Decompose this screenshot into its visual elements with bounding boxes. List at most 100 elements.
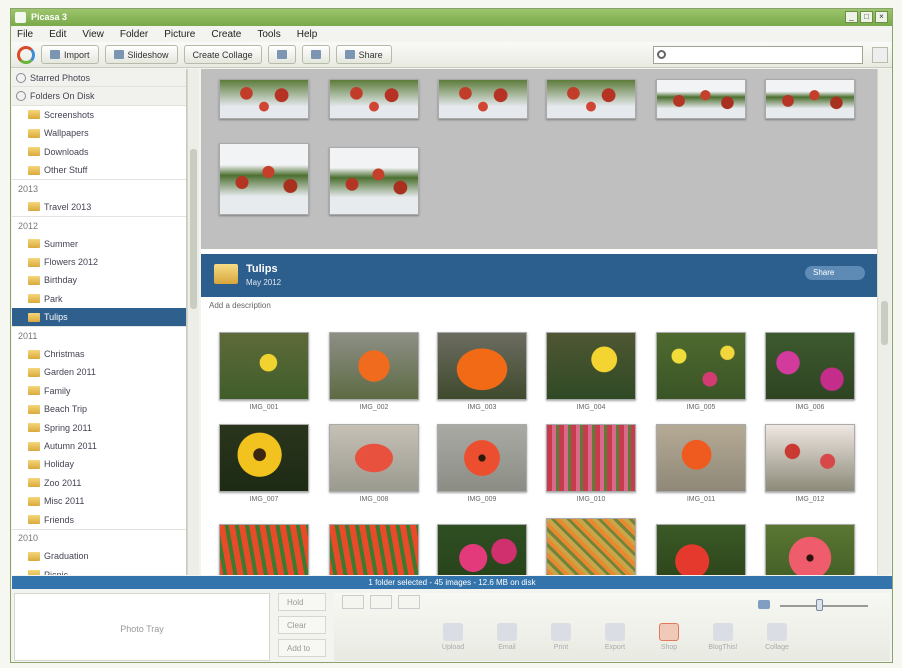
sidebar-folder-item[interactable]: Screenshots — [12, 106, 186, 124]
photo-thumbnail[interactable] — [765, 524, 855, 575]
action-label: Upload — [441, 644, 465, 651]
title-bar[interactable]: Picasa 3 _ □ × — [11, 9, 892, 26]
photo-thumbnail[interactable] — [546, 332, 636, 400]
upload-button[interactable] — [301, 45, 330, 64]
sidebar-folder-item[interactable]: Downloads — [12, 143, 186, 161]
folder-share-button[interactable]: Share — [805, 266, 865, 280]
folder-description[interactable]: Add a description — [209, 301, 271, 310]
sidebar-folder-item[interactable]: Spring 2011 — [12, 418, 186, 436]
sidebar-scrollbar[interactable] — [187, 69, 199, 575]
menu-picture[interactable]: Picture — [164, 29, 195, 40]
photo-thumbnail[interactable] — [329, 79, 419, 119]
menu-edit[interactable]: Edit — [49, 29, 66, 40]
photo-thumbnail[interactable] — [438, 79, 528, 119]
photo-thumbnail[interactable] — [219, 524, 309, 575]
slideshow-button[interactable]: Slideshow — [104, 45, 178, 64]
sidebar-folder-item[interactable]: Family — [12, 382, 186, 400]
sidebar-folder-item[interactable]: Garden 2011 — [12, 363, 186, 381]
photo-thumbnail[interactable] — [546, 79, 636, 119]
sidebar-folder-item[interactable]: Other Stuff — [12, 161, 186, 179]
menu-folder[interactable]: Folder — [120, 29, 148, 40]
photo-thumbnail[interactable] — [546, 518, 636, 575]
thumbnail-zoom-slider[interactable] — [758, 599, 868, 611]
photo-thumbnail[interactable] — [329, 424, 419, 492]
photo-thumbnail[interactable] — [219, 332, 309, 400]
menu-help[interactable]: Help — [297, 29, 318, 40]
action-print-button[interactable]: Print — [538, 621, 584, 659]
menu-view[interactable]: View — [82, 29, 104, 40]
sidebar-folder-item[interactable]: Flowers 2012 — [12, 253, 186, 271]
photo-thumbnail[interactable] — [656, 79, 746, 119]
photo-thumbnail[interactable] — [219, 79, 309, 119]
photo-thumbnail[interactable] — [656, 332, 746, 400]
picasa-logo-icon[interactable] — [17, 45, 35, 64]
view-detail-button[interactable] — [398, 595, 420, 609]
action-export-button[interactable]: Export — [592, 621, 638, 659]
action-email-button[interactable]: Email — [484, 621, 530, 659]
view-thumb-button[interactable] — [342, 595, 364, 609]
folder-name[interactable]: Tulips — [246, 263, 278, 275]
sidebar-folder-item[interactable]: Wallpapers — [12, 124, 186, 142]
sidebar-starred[interactable]: Starred Photos — [12, 69, 186, 88]
zoom-knob[interactable] — [816, 599, 824, 611]
library-scroll-thumb[interactable] — [881, 301, 888, 345]
photo-thumbnail[interactable] — [219, 424, 309, 492]
search-options-button[interactable] — [872, 47, 888, 63]
photo-thumbnail[interactable] — [656, 424, 746, 492]
action-upload-button[interactable]: Upload — [430, 621, 476, 659]
sidebar-folder-item[interactable]: Holiday — [12, 455, 186, 473]
sidebar-folder-item[interactable]: Graduation — [12, 547, 186, 565]
sidebar-folder-item[interactable]: Beach Trip — [12, 400, 186, 418]
menu-file[interactable]: File — [17, 29, 33, 40]
sidebar-folder-item[interactable]: Misc 2011 — [12, 492, 186, 510]
menu-tools[interactable]: Tools — [257, 29, 280, 40]
sidebar-folder-item[interactable]: Tulips — [12, 308, 186, 327]
sidebar-folder-item[interactable]: Summer — [12, 235, 186, 253]
folder-icon — [28, 349, 40, 359]
maximize-button[interactable]: □ — [860, 11, 873, 23]
photo-thumbnail[interactable] — [437, 332, 527, 400]
photo-thumbnail[interactable] — [329, 147, 419, 215]
action-shop-button[interactable]: Shop — [646, 621, 692, 659]
sidebar-folder-item[interactable]: Zoo 2011 — [12, 474, 186, 492]
clear-button[interactable]: Clear — [278, 616, 326, 634]
create-collage-button[interactable]: Create Collage — [183, 45, 262, 64]
close-button[interactable]: × — [875, 11, 888, 23]
sidebar-folder-item[interactable]: Birthday — [12, 271, 186, 289]
action-collage-button[interactable]: Collage — [754, 621, 800, 659]
sidebar-folders-on-disk[interactable]: Folders On Disk — [12, 87, 186, 106]
hold-button[interactable]: Hold — [278, 593, 326, 611]
photo-thumbnail[interactable] — [437, 524, 527, 575]
folder-icon — [28, 294, 40, 304]
sidebar-folder-item[interactable]: Travel 2013 — [12, 198, 186, 216]
view-list-button[interactable] — [370, 595, 392, 609]
photo-thumbnail[interactable] — [765, 332, 855, 400]
photo-thumbnail[interactable] — [437, 424, 527, 492]
movie-button[interactable] — [267, 45, 296, 64]
photo-thumbnail[interactable] — [329, 332, 419, 400]
add-to-button[interactable]: Add to — [278, 639, 326, 657]
sidebar-folder-item[interactable]: Picnic — [12, 566, 186, 575]
sidebar-scroll-thumb[interactable] — [190, 149, 197, 309]
menu-create[interactable]: Create — [211, 29, 241, 40]
search-input[interactable] — [653, 46, 863, 64]
photo-thumbnail[interactable] — [765, 79, 855, 119]
zoom-track[interactable] — [780, 605, 868, 607]
photo-thumbnail[interactable] — [219, 143, 309, 215]
sidebar-folder-item[interactable]: Autumn 2011 — [12, 437, 186, 455]
action-blogthis--button[interactable]: BlogThis! — [700, 621, 746, 659]
action-icon — [443, 623, 463, 641]
photo-thumbnail[interactable] — [765, 424, 855, 492]
minimize-button[interactable]: _ — [845, 11, 858, 23]
library-scrollbar[interactable] — [877, 69, 891, 575]
import-button[interactable]: Import — [41, 45, 99, 64]
photo-thumbnail[interactable] — [656, 524, 746, 575]
photo-thumbnail[interactable] — [329, 524, 419, 575]
expand-icon[interactable] — [16, 72, 26, 83]
sidebar-folder-item[interactable]: Christmas — [12, 345, 186, 363]
sidebar-folder-item[interactable]: Friends — [12, 510, 186, 528]
photo-thumbnail[interactable] — [546, 424, 636, 492]
sidebar-folder-item[interactable]: Park — [12, 290, 186, 308]
share-button[interactable]: Share — [335, 45, 392, 64]
collapse-icon[interactable] — [16, 91, 26, 102]
